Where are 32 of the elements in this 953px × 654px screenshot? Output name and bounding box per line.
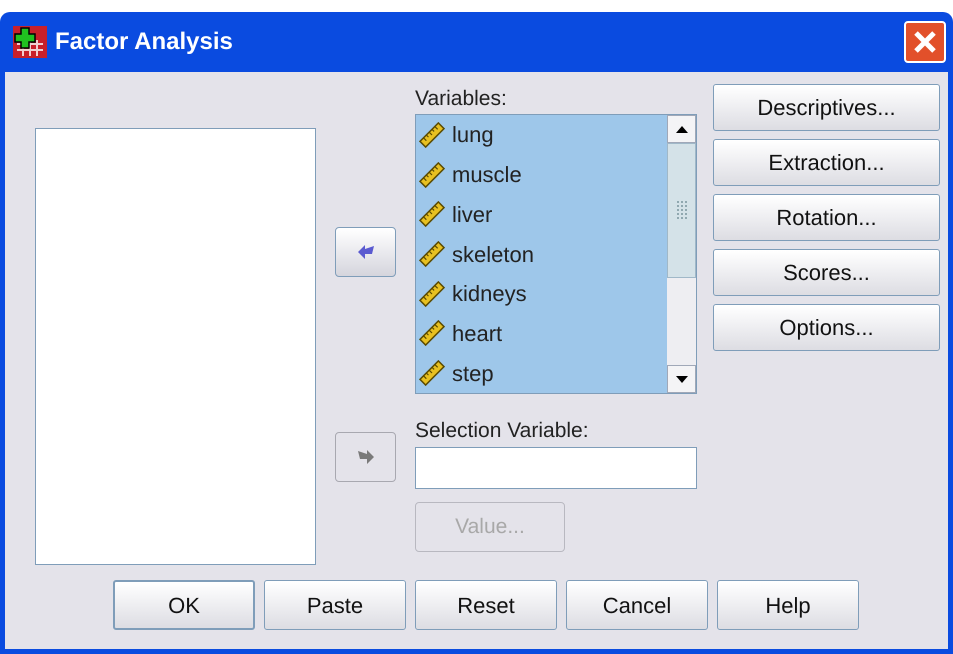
move-button[interactable]: [335, 227, 396, 277]
app-icon: [13, 26, 47, 58]
variable-item[interactable]: lung: [416, 115, 666, 155]
close-icon: [912, 29, 938, 55]
selection-variable-field[interactable]: [415, 447, 697, 489]
dialog-button[interactable]: Options...: [713, 304, 940, 351]
dialog-button[interactable]: Paste: [264, 580, 406, 630]
selection-variable-label: Selection Variable:: [415, 418, 590, 444]
grip-icon: [676, 200, 688, 222]
scroll-thumb[interactable]: [667, 143, 696, 278]
dialog-button[interactable]: Extraction...: [713, 139, 940, 186]
scrollbar[interactable]: [666, 115, 696, 393]
variable-item[interactable]: step: [416, 353, 666, 394]
dialog-button[interactable]: Rotation...: [713, 194, 940, 241]
variables-list[interactable]: lung muscle liver skeleton kidneys heart step: [415, 114, 697, 394]
scroll-up-icon: [676, 126, 688, 132]
dialog-button[interactable]: Reset: [415, 580, 557, 630]
dialog-button[interactable]: Scores...: [713, 249, 940, 296]
scroll-down-icon: [676, 376, 688, 382]
right-arrow-icon: [356, 447, 376, 467]
dialog-button[interactable]: Cancel: [566, 580, 708, 630]
variable-item[interactable]: muscle: [416, 154, 666, 194]
dialog-button[interactable]: Help: [717, 580, 859, 630]
dialog-button[interactable]: Descriptives...: [713, 84, 940, 131]
variables-label: Variables:: [415, 86, 508, 112]
variable-item[interactable]: skeleton: [416, 234, 666, 274]
close-button[interactable]: [904, 21, 946, 63]
variable-item[interactable]: heart: [416, 314, 666, 354]
window-title: Factor Analysis: [55, 27, 233, 57]
variable-item[interactable]: kidneys: [416, 274, 666, 314]
dialog-button[interactable]: OK: [113, 580, 255, 630]
variable-item[interactable]: liver: [416, 194, 666, 234]
